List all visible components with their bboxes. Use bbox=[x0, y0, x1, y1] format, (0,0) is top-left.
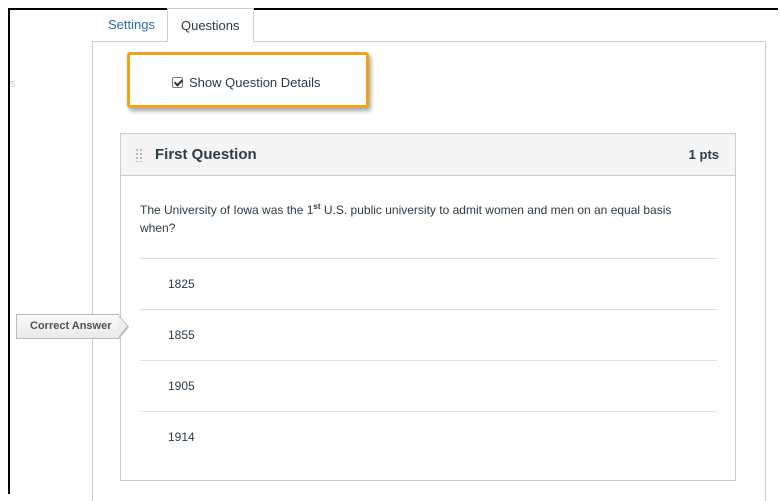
show-details-option[interactable]: Show Question Details bbox=[172, 75, 321, 90]
show-details-highlight: Show Question Details bbox=[127, 52, 369, 108]
tab-questions[interactable]: Questions bbox=[166, 8, 254, 42]
question-text-start: The University of Iowa was the 1 bbox=[140, 203, 314, 217]
answer-option: 1914 bbox=[140, 411, 717, 462]
answer-list: 1825 1855 1905 1914 bbox=[140, 258, 717, 462]
answer-option: 1905 bbox=[140, 360, 717, 411]
answer-option-correct: 1855 bbox=[140, 309, 717, 360]
correct-answer-marker: Correct Answer bbox=[16, 314, 129, 339]
question-text-superscript: st bbox=[313, 202, 321, 211]
answer-text: 1825 bbox=[168, 277, 195, 291]
drag-handle-icon[interactable] bbox=[135, 147, 143, 162]
question-title: First Question bbox=[155, 146, 257, 163]
question-header: First Question 1 pts bbox=[121, 134, 735, 176]
tab-settings[interactable]: Settings bbox=[96, 8, 167, 42]
answer-option: 1825 bbox=[140, 258, 717, 309]
marker-arrow-icon bbox=[117, 314, 129, 339]
show-details-label: Show Question Details bbox=[189, 75, 321, 90]
question-card: First Question 1 pts The University of I… bbox=[120, 133, 736, 481]
show-details-checkbox[interactable] bbox=[172, 77, 183, 88]
answer-text: 1905 bbox=[168, 379, 195, 393]
correct-answer-label: Correct Answer bbox=[16, 314, 119, 339]
tab-bar: Settings Questions bbox=[96, 8, 254, 42]
sidebar-truncated-text: s bbox=[10, 78, 16, 90]
answer-text: 1855 bbox=[168, 328, 195, 342]
question-points: 1 pts bbox=[688, 147, 719, 162]
answer-text: 1914 bbox=[168, 430, 195, 444]
question-text: The University of Iowa was the 1st U.S. … bbox=[140, 198, 700, 237]
